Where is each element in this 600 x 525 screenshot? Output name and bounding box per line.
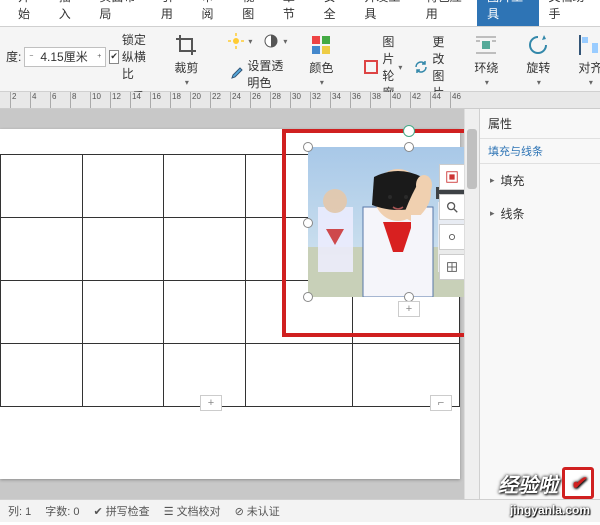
pane-line-section[interactable]: ▸线条 [480,197,600,230]
set-transparent-label: 设置透明色 [247,57,287,91]
crop-icon [174,33,198,57]
table-cell[interactable] [245,344,352,407]
rotate-handle[interactable] [403,125,415,137]
lock-ratio-checkbox[interactable]: ✔ [109,50,119,64]
tab-layout[interactable]: 页面布局 [89,0,150,26]
tab-references[interactable]: 引用 [151,0,192,26]
table-cell[interactable] [164,218,246,281]
pane-title: 属性 [480,109,600,139]
more-tool[interactable] [439,254,465,280]
height-dec[interactable]: − [25,52,37,61]
watermark-check-icon: ✔ [562,467,594,499]
rotate-button[interactable]: 旋转▾ [516,31,560,89]
eyedropper-icon [228,66,244,82]
main-area: + ⌐ [0,109,600,499]
resize-handle-tl[interactable] [303,142,313,152]
status-confirm[interactable]: ⊘未认证 [235,503,280,519]
contrast-button[interactable]: ▾ [259,31,291,51]
tab-special[interactable]: 特色应用 [416,0,477,26]
rotate-icon [526,33,550,57]
align-icon [578,33,600,57]
table-cell[interactable] [164,281,246,344]
link-tool[interactable] [439,224,465,250]
status-column[interactable]: 列: 1 [8,503,31,519]
resize-handle-l[interactable] [303,218,313,228]
resize-handle-bl[interactable] [303,292,313,302]
table-cell[interactable] [1,155,83,218]
resize-handle-t[interactable] [404,142,414,152]
menu-tabbar: 开始 插入 页面布局 引用 审阅 视图 章节 安全 开发工具 特色应用 图片工具… [0,0,600,27]
watermark: 经验啦 ✔ [498,467,594,499]
contrast-icon [263,33,279,49]
pane-tab-fill-line[interactable]: 填充与线条 [480,139,600,164]
height-value[interactable]: 4.15厘米 [37,48,93,65]
doc-icon: ☰ [164,505,174,518]
document-area[interactable]: + ⌐ [0,109,479,499]
status-spellcheck[interactable]: ✔拼写检查 [93,503,149,519]
properties-pane: 属性 填充与线条 ▸填充 ▸线条 [479,109,600,499]
tab-chapter[interactable]: 章节 [273,0,314,26]
palette-icon [309,33,333,57]
outline-icon [363,59,379,75]
wrap-button[interactable]: 环绕▾ [464,31,508,89]
adjust-group: ▾ ▾ 设置透明色 [224,31,291,93]
tab-devtools[interactable]: 开发工具 [354,0,415,26]
horizontal-ruler[interactable]: 2468101214161820222426283032343638404244… [0,92,600,109]
height-inc[interactable]: + [93,52,105,61]
set-transparent-button[interactable]: 设置透明色 [224,55,291,93]
zoom-tool[interactable] [439,194,465,220]
crop-dropdown-icon[interactable]: ▾ [185,78,189,87]
add-row-button[interactable]: + [200,395,222,411]
tab-picture-tools[interactable]: 图片工具 [477,0,538,26]
vertical-scrollbar[interactable] [464,109,479,499]
crop-button[interactable]: 裁剪 ▾ [164,31,208,89]
change-icon [413,59,429,75]
table-cell[interactable] [1,218,83,281]
status-wordcount[interactable]: 字数: 0 [45,503,79,519]
table-cell[interactable] [82,344,164,407]
side-toolbar [439,164,463,280]
pane-fill-section[interactable]: ▸填充 [480,164,600,197]
sun-icon [228,33,244,49]
layout-tool[interactable] [439,164,465,190]
table-cell[interactable] [82,218,164,281]
scrollbar-thumb[interactable] [467,129,477,189]
watermark-url: jingyanla.com [510,503,590,517]
tab-start[interactable]: 开始 [8,0,49,26]
expand-icon: ▸ [490,208,495,219]
layout-options-button[interactable]: + [398,301,420,317]
status-proof[interactable]: ☰文档校对 [164,503,221,519]
table-resize-handle[interactable]: ⌐ [430,395,452,411]
align-button[interactable]: 对齐▾ [568,31,600,89]
watermark-text: 经验啦 [498,469,558,498]
table-cell[interactable] [164,155,246,218]
table-cell[interactable] [82,155,164,218]
expand-icon: ▸ [490,175,495,186]
color-button[interactable]: 颜色 ▾ [299,31,343,89]
height-spinner[interactable]: − 4.15厘米 + [24,47,106,67]
brightness-button[interactable]: ▾ [224,31,256,51]
warn-icon: ⊘ [235,505,244,518]
tab-doc-assist[interactable]: 文档助手 [539,0,600,26]
table-cell[interactable] [82,281,164,344]
tab-insert[interactable]: 插入 [49,0,90,26]
table-cell[interactable] [1,344,83,407]
check-icon: ✔ [93,505,102,518]
crop-label: 裁剪 [174,59,198,76]
ribbon: 度: − 4.15厘米 + ✔ 锁定纵横比 度: − 5.53厘米 + 重设大小 [0,27,600,92]
tab-view[interactable]: 视图 [232,0,273,26]
height-label: 度: [6,48,21,65]
tab-review[interactable]: 审阅 [192,0,233,26]
color-label: 颜色 [309,59,333,76]
table-cell[interactable] [1,281,83,344]
lock-ratio-label: 锁定纵横比 [122,31,148,82]
tab-security[interactable]: 安全 [314,0,355,26]
wrap-icon [474,33,498,57]
